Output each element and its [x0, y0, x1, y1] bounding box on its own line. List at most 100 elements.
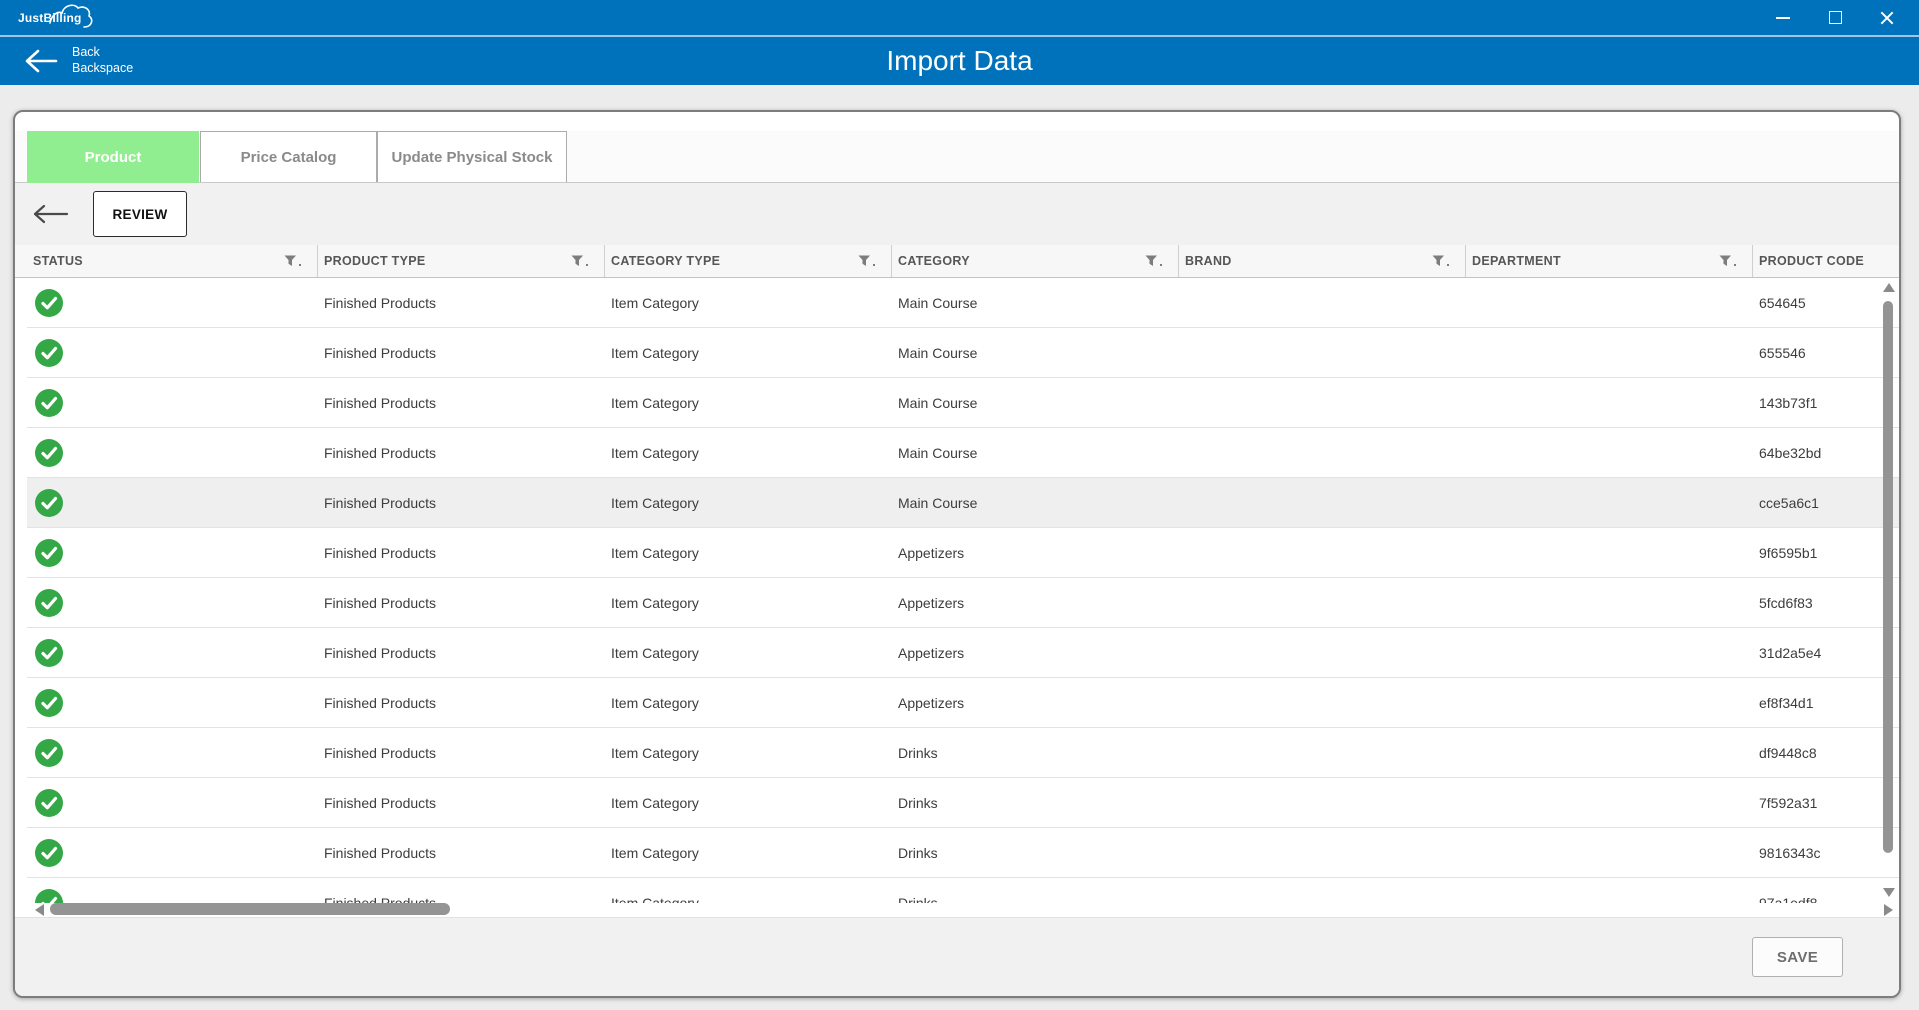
- status-cell: [27, 339, 318, 367]
- column-header[interactable]: CATEGORY: [892, 245, 1179, 277]
- toolbar-back-button[interactable]: [33, 204, 69, 224]
- product-code-cell: cce5a6c1: [1753, 495, 1899, 511]
- status-cell: [27, 489, 318, 517]
- scroll-up-icon[interactable]: [1883, 283, 1895, 292]
- table-row[interactable]: Finished Products Item Category Drinks d…: [27, 728, 1899, 778]
- scroll-left-icon[interactable]: [35, 904, 44, 916]
- category-type-cell: Item Category: [605, 745, 892, 761]
- table-row[interactable]: Finished Products Item Category Main Cou…: [27, 278, 1899, 328]
- status-success-icon: [35, 739, 63, 767]
- window-controls: [1775, 10, 1895, 26]
- minimize-icon[interactable]: [1775, 10, 1791, 26]
- horizontal-scrollbar[interactable]: [15, 903, 1879, 917]
- table-row[interactable]: Finished Products Item Category Main Cou…: [27, 328, 1899, 378]
- filter-icon[interactable]: [1145, 255, 1162, 267]
- category-cell: Main Course: [892, 395, 1179, 411]
- column-header-label: CATEGORY: [898, 254, 970, 268]
- column-header[interactable]: PRODUCT TYPE: [318, 245, 605, 277]
- status-cell: [27, 589, 318, 617]
- tab-update-physical-stock[interactable]: Update Physical Stock: [377, 131, 567, 182]
- status-success-icon: [35, 639, 63, 667]
- product-type-cell: Finished Products: [318, 795, 605, 811]
- save-button[interactable]: SAVE: [1752, 937, 1843, 977]
- filter-icon[interactable]: [858, 255, 875, 267]
- table-row[interactable]: Finished Products Item Category Drinks 9…: [27, 828, 1899, 878]
- import-data-panel: Product Price Catalog Update Physical St…: [13, 110, 1901, 998]
- status-success-icon: [35, 689, 63, 717]
- column-header-label: DEPARTMENT: [1472, 254, 1561, 268]
- status-success-icon: [35, 839, 63, 867]
- scroll-right-icon[interactable]: [1884, 904, 1893, 916]
- table-row[interactable]: Finished Products Item Category Main Cou…: [27, 428, 1899, 478]
- product-code-cell: 5fcd6f83: [1753, 595, 1899, 611]
- table-row[interactable]: Finished Products Item Category Drinks 7…: [27, 778, 1899, 828]
- vertical-scrollbar[interactable]: [1881, 281, 1895, 911]
- product-type-cell: Finished Products: [318, 595, 605, 611]
- category-type-cell: Item Category: [605, 845, 892, 861]
- product-code-cell: 9f6595b1: [1753, 545, 1899, 561]
- status-success-icon: [35, 889, 63, 904]
- grid-toolbar: REVIEW: [15, 183, 1899, 245]
- table-row[interactable]: Finished Products Item Category Appetize…: [27, 678, 1899, 728]
- table-row[interactable]: Finished Products Item Category Appetize…: [27, 578, 1899, 628]
- status-cell: [27, 439, 318, 467]
- table-row[interactable]: Finished Products Item Category Appetize…: [27, 528, 1899, 578]
- category-cell: Drinks: [892, 745, 1179, 761]
- product-type-cell: Finished Products: [318, 395, 605, 411]
- category-cell: Drinks: [892, 795, 1179, 811]
- product-code-cell: 31d2a5e4: [1753, 645, 1899, 661]
- category-cell: Appetizers: [892, 645, 1179, 661]
- status-success-icon: [35, 439, 63, 467]
- table-row[interactable]: Finished Products Item Category Main Cou…: [27, 378, 1899, 428]
- scroll-down-icon[interactable]: [1883, 888, 1895, 897]
- filter-icon[interactable]: [1432, 255, 1449, 267]
- category-type-cell: Item Category: [605, 345, 892, 361]
- column-header[interactable]: DEPARTMENT: [1466, 245, 1753, 277]
- tab-price-catalog[interactable]: Price Catalog: [200, 131, 377, 182]
- category-type-cell: Item Category: [605, 795, 892, 811]
- table-row[interactable]: Finished Products Item Category Main Cou…: [27, 478, 1899, 528]
- maximize-icon[interactable]: [1827, 10, 1843, 26]
- panel-footer: SAVE: [15, 917, 1899, 996]
- column-header[interactable]: PRODUCT CODE: [1753, 245, 1899, 277]
- column-header-label: BRAND: [1185, 254, 1232, 268]
- review-button[interactable]: REVIEW: [93, 191, 187, 237]
- category-cell: Main Course: [892, 295, 1179, 311]
- status-success-icon: [35, 339, 63, 367]
- product-type-cell: Finished Products: [318, 345, 605, 361]
- import-grid: STATUS PRODUCT TYPE CATEGORY TYPE CATEGO…: [15, 245, 1899, 917]
- product-type-cell: Finished Products: [318, 645, 605, 661]
- column-header[interactable]: CATEGORY TYPE: [605, 245, 892, 277]
- column-header[interactable]: BRAND: [1179, 245, 1466, 277]
- back-button[interactable]: Back Backspace: [24, 45, 133, 76]
- table-row[interactable]: Finished Products Item Category Appetize…: [27, 628, 1899, 678]
- product-code-cell: 97a1edf8: [1753, 895, 1899, 904]
- status-cell: [27, 839, 318, 867]
- filter-icon[interactable]: [284, 255, 301, 267]
- vertical-scrollbar-thumb[interactable]: [1883, 301, 1893, 853]
- category-type-cell: Item Category: [605, 445, 892, 461]
- category-type-cell: Item Category: [605, 395, 892, 411]
- close-icon[interactable]: [1879, 10, 1895, 26]
- status-success-icon: [35, 289, 63, 317]
- product-code-cell: df9448c8: [1753, 745, 1899, 761]
- column-header[interactable]: STATUS: [27, 245, 318, 277]
- category-cell: Drinks: [892, 895, 1179, 904]
- tab-product[interactable]: Product: [27, 131, 199, 183]
- filter-icon[interactable]: [571, 255, 588, 267]
- category-type-cell: Item Category: [605, 495, 892, 511]
- status-cell: [27, 789, 318, 817]
- app-logo-text: JustBilling: [18, 11, 82, 25]
- table-row[interactable]: Finished Products Item Category Drinks 9…: [27, 878, 1899, 903]
- back-label: Back Backspace: [72, 45, 133, 76]
- status-cell: [27, 889, 318, 904]
- status-cell: [27, 739, 318, 767]
- product-code-cell: 654645: [1753, 295, 1899, 311]
- category-type-cell: Item Category: [605, 895, 892, 904]
- category-type-cell: Item Category: [605, 695, 892, 711]
- category-type-cell: Item Category: [605, 295, 892, 311]
- status-cell: [27, 389, 318, 417]
- horizontal-scrollbar-thumb[interactable]: [50, 903, 450, 915]
- category-cell: Drinks: [892, 845, 1179, 861]
- filter-icon[interactable]: [1719, 255, 1736, 267]
